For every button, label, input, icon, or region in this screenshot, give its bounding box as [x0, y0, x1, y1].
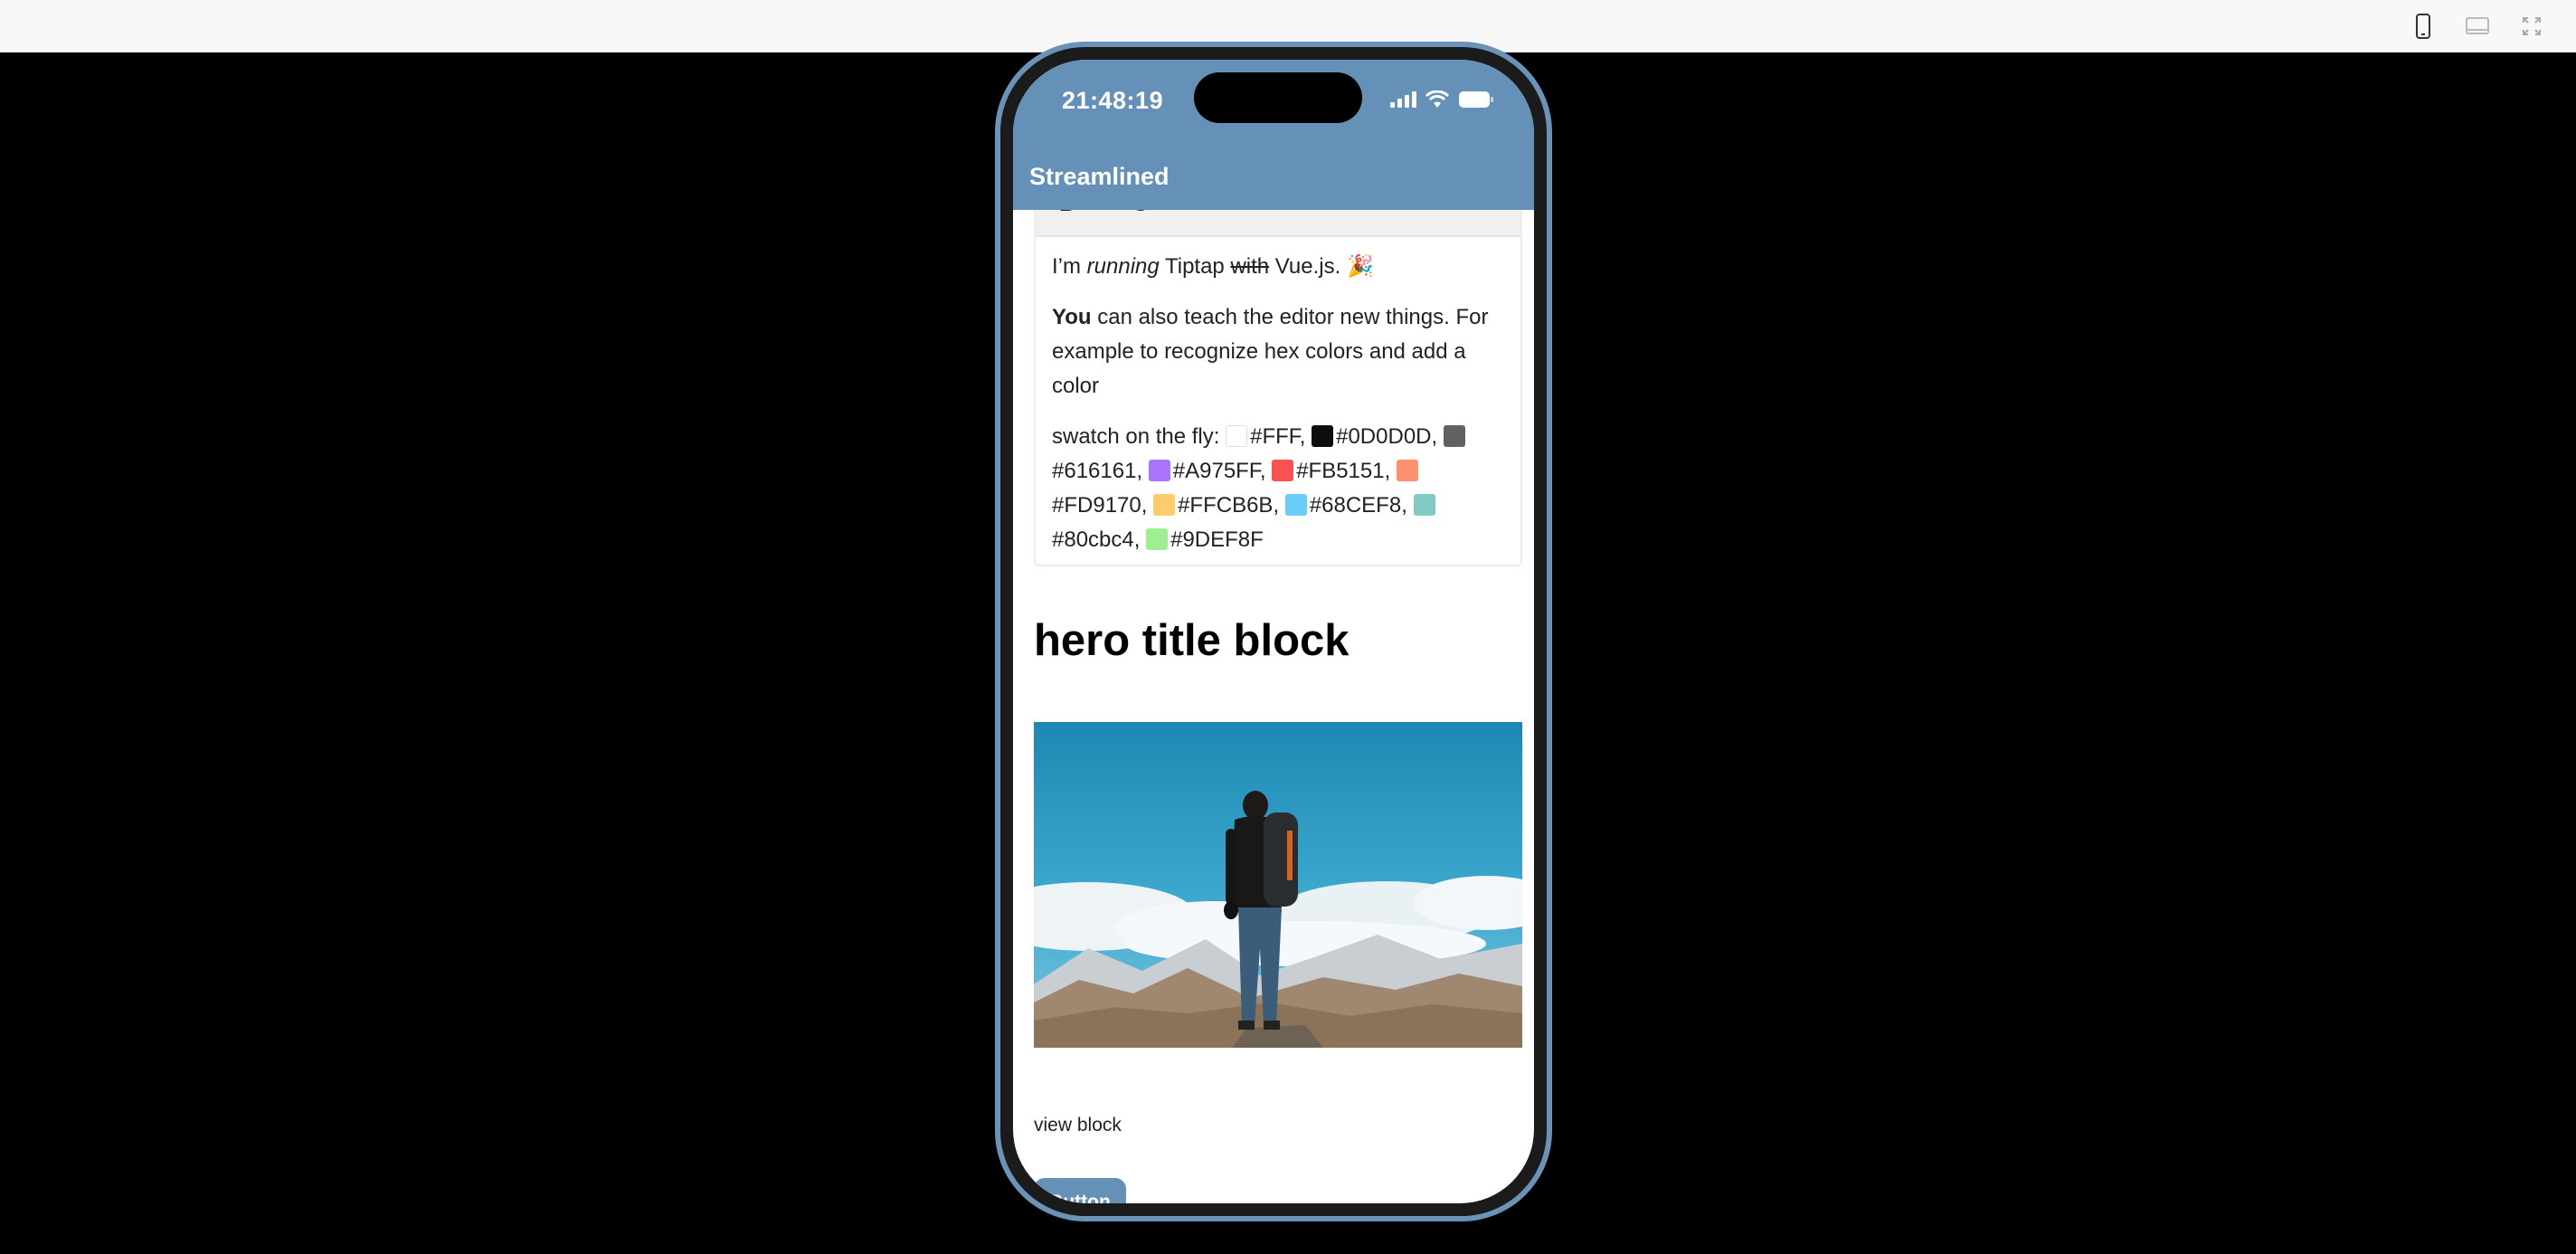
color-swatch — [1443, 425, 1465, 447]
phone-device-icon[interactable] — [2410, 13, 2437, 40]
phone-frame: 21:48:19 Streamlined I’m running Tiptap … — [995, 42, 1552, 1221]
view-block-text: view block — [1034, 1115, 1122, 1135]
editor-paragraph-2: You can also teach the editor new things… — [1052, 305, 1489, 398]
tablet-device-icon[interactable] — [2464, 13, 2491, 40]
color-swatch — [1153, 494, 1176, 516]
color-swatch — [1413, 494, 1435, 516]
color-swatch — [1226, 425, 1248, 447]
dynamic-island — [1194, 72, 1362, 123]
status-icons — [1389, 90, 1494, 113]
color-swatch — [1284, 494, 1307, 516]
app-title: Streamlined — [1029, 163, 1170, 190]
hero-image — [1034, 722, 1522, 1048]
bold-button[interactable]: B — [1059, 210, 1075, 217]
color-swatch — [1312, 425, 1334, 447]
app-header: 21:48:19 Streamlined — [1013, 60, 1534, 210]
status-time: 21:48:19 — [1062, 87, 1164, 114]
color-swatch — [1148, 460, 1170, 481]
editor-content[interactable]: I’m running Tiptap with Vue.js. 🎉 You ca… — [1036, 237, 1520, 557]
primary-button[interactable]: Button — [1034, 1178, 1126, 1203]
italic-button[interactable]: I — [1097, 210, 1104, 216]
phone-screen: 21:48:19 Streamlined I’m running Tiptap … — [1013, 60, 1534, 1203]
color-swatch — [1272, 460, 1294, 481]
editor-paragraph-3: swatch on the fly: #FFF, #0D0D0D, #61616… — [1052, 420, 1504, 557]
battery-icon — [1458, 90, 1494, 113]
editor-toolbar: B I S — [1036, 210, 1520, 237]
page-content[interactable]: B I S I’m running Tiptap with Vue.js. 🎉 … — [1013, 210, 1534, 1203]
rich-text-editor[interactable]: B I S I’m running Tiptap with Vue.js. 🎉 … — [1034, 210, 1522, 566]
color-swatch — [1146, 528, 1169, 550]
editor-paragraph-1: I’m running Tiptap with Vue.js. 🎉 — [1052, 254, 1374, 279]
strike-button[interactable]: S — [1133, 210, 1148, 217]
fullscreen-icon[interactable] — [2518, 13, 2545, 40]
hero-title: hero title block — [1034, 616, 1350, 665]
wifi-icon — [1425, 90, 1450, 113]
signal-icon — [1389, 91, 1416, 112]
color-swatch — [1396, 460, 1418, 481]
